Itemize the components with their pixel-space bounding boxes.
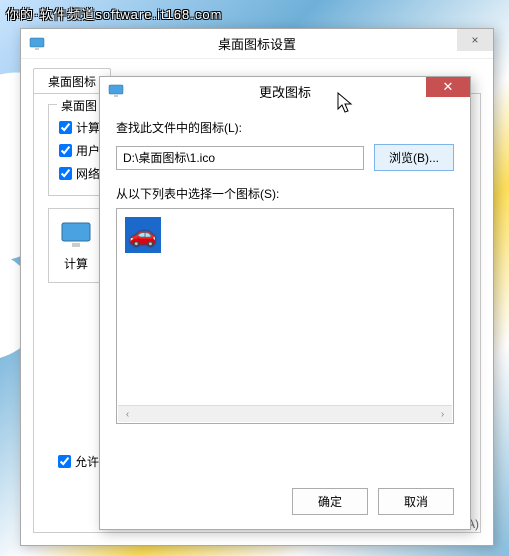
checkbox-computer[interactable] <box>59 121 72 134</box>
icon-path-input[interactable] <box>116 146 364 170</box>
cancel-button[interactable]: 取消 <box>378 488 454 515</box>
parent-title: 桌面图标设置 <box>218 34 296 53</box>
parent-close-button[interactable]: × <box>457 29 493 51</box>
monitor-icon <box>29 36 45 52</box>
icon-list[interactable]: 🚗 ‹ › <box>116 208 454 424</box>
icon-item-car[interactable]: 🚗 <box>125 217 161 253</box>
horizontal-scrollbar[interactable]: ‹ › <box>118 405 452 422</box>
icon-preview[interactable]: 计算 <box>48 208 104 283</box>
checkbox-user[interactable] <box>59 144 72 157</box>
ok-button[interactable]: 确定 <box>292 488 368 515</box>
scroll-right-button[interactable]: › <box>435 407 450 422</box>
checkbox-network-label: 网络 <box>76 165 100 182</box>
child-title: 更改图标 <box>259 82 311 101</box>
select-icon-label: 从以下列表中选择一个图标(S): <box>116 185 454 202</box>
checkbox-computer-label: 计算 <box>76 119 100 136</box>
monitor-icon <box>108 83 124 99</box>
parent-titlebar[interactable]: 桌面图标设置 × <box>21 29 493 59</box>
checkbox-user-label: 用户 <box>76 142 100 159</box>
icon-preview-label: 计算 <box>64 255 88 272</box>
find-in-file-label: 查找此文件中的图标(L): <box>116 119 454 136</box>
scroll-left-button[interactable]: ‹ <box>120 407 135 422</box>
change-icon-window: 更改图标 ✕ 查找此文件中的图标(L): 浏览(B)... 从以下列表中选择一个… <box>99 76 471 530</box>
child-close-button[interactable]: ✕ <box>426 77 470 97</box>
computer-icon <box>60 219 92 251</box>
car-icon: 🚗 <box>129 222 156 248</box>
checkbox-allow-themes[interactable] <box>58 455 71 468</box>
child-titlebar[interactable]: 更改图标 ✕ <box>100 77 470 105</box>
fieldset-legend: 桌面图 <box>57 97 101 114</box>
browse-button[interactable]: 浏览(B)... <box>374 144 454 171</box>
checkbox-network[interactable] <box>59 167 72 180</box>
watermark: 你的·软件频道software.it168.com <box>6 4 222 23</box>
